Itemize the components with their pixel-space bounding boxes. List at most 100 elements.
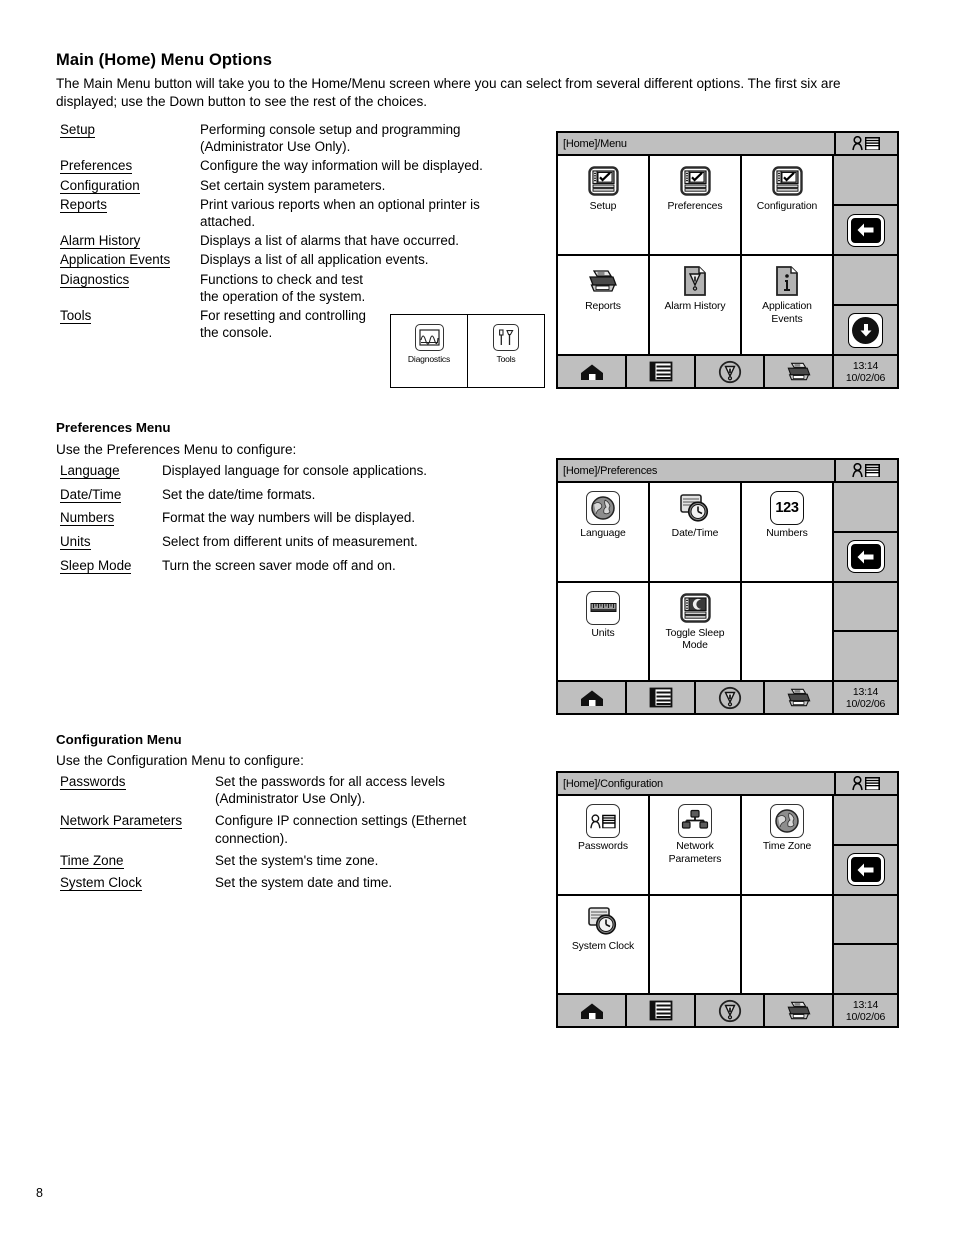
sidebar-spacer bbox=[834, 895, 897, 946]
printer-icon bbox=[787, 688, 810, 707]
tile-date-time[interactable]: Date/Time bbox=[650, 483, 740, 581]
tile-label: Alarm History bbox=[664, 301, 726, 312]
console-titlebar: [Home]/Preferences bbox=[558, 460, 897, 483]
console-sidebar bbox=[834, 483, 897, 680]
section1-intro: The Main Menu button will take you to th… bbox=[56, 76, 841, 109]
console-statusbar: 13:14 10/02/06 bbox=[558, 680, 897, 713]
term-label: Preferences bbox=[60, 158, 133, 175]
sidebar-spacer bbox=[834, 156, 897, 206]
term-description: Set the passwords for all access levels … bbox=[215, 774, 445, 807]
tile-language[interactable]: Language bbox=[558, 483, 648, 581]
term-label: Passwords bbox=[60, 774, 126, 790]
def-row: Units Select from different units of mea… bbox=[60, 533, 540, 551]
document-page: Main (Home) Menu Options The Main Menu b… bbox=[0, 0, 954, 1235]
tile-label: Application Events bbox=[762, 301, 812, 325]
console-sidebar bbox=[834, 796, 897, 993]
alarm-button[interactable] bbox=[696, 995, 765, 1026]
print-button[interactable] bbox=[765, 995, 834, 1026]
tile-alarm-history[interactable]: Alarm History bbox=[650, 256, 740, 354]
term-description: Set certain system parameters. bbox=[200, 177, 386, 193]
page-number: 8 bbox=[36, 1186, 43, 1200]
network-icon bbox=[678, 804, 712, 838]
home-icon bbox=[580, 364, 603, 380]
breadcrumb: [Home]/Configuration bbox=[563, 777, 663, 790]
home-icon bbox=[580, 690, 603, 706]
user-login-icon[interactable] bbox=[834, 773, 897, 794]
def-row: Date/Time Set the date/time formats. bbox=[60, 486, 540, 503]
user-password-icon bbox=[586, 804, 620, 838]
tile-empty bbox=[650, 895, 740, 993]
term-description: Configure the way information will be di… bbox=[200, 158, 483, 174]
tile-preferences[interactable]: Preferences bbox=[650, 156, 740, 254]
down-button[interactable] bbox=[834, 306, 897, 354]
menu-list-icon bbox=[649, 361, 672, 382]
term-label: Reports bbox=[60, 196, 107, 213]
def-row: Diagnostics Functions to check and test … bbox=[60, 271, 540, 305]
tile-setup[interactable]: Setup bbox=[558, 156, 648, 254]
tile-reports[interactable]: Reports bbox=[558, 256, 648, 354]
def-row: Language Displayed language for console … bbox=[60, 462, 540, 479]
alarm-button[interactable] bbox=[696, 682, 765, 713]
tile-label: Reports bbox=[585, 301, 621, 312]
user-login-icon[interactable] bbox=[834, 460, 897, 481]
def-row: System Clock Set the system date and tim… bbox=[60, 874, 540, 892]
sidebar-spacer bbox=[834, 582, 897, 633]
term-label: Application Events bbox=[60, 252, 171, 269]
menu-list-icon bbox=[649, 687, 672, 708]
tile-configuration[interactable]: Configuration bbox=[742, 156, 832, 254]
console-statusbar: 13:14 10/02/06 bbox=[558, 354, 897, 387]
tile-network-parameters[interactable]: Network Parameters bbox=[650, 796, 740, 894]
term-label: Configuration bbox=[60, 177, 140, 194]
def-row: Numbers Format the way numbers will be d… bbox=[60, 509, 540, 527]
back-button[interactable] bbox=[834, 532, 897, 583]
def-row: Reports Print various reports when an op… bbox=[60, 196, 540, 230]
calendar-clock-icon bbox=[678, 491, 712, 525]
home-button[interactable] bbox=[558, 995, 627, 1026]
tile-system-clock[interactable]: System Clock bbox=[558, 895, 648, 993]
down-arrow-icon bbox=[849, 313, 882, 347]
console-titlebar: [Home]/Menu bbox=[558, 133, 897, 156]
menu-list-button[interactable] bbox=[627, 356, 696, 387]
tile-units[interactable]: Units bbox=[558, 582, 648, 680]
tile-numbers[interactable]: 123 Numbers bbox=[742, 483, 832, 581]
alarm-bell-icon bbox=[718, 360, 741, 383]
back-button[interactable] bbox=[834, 845, 897, 896]
section2-intro: Use the Preferences Menu to configure: bbox=[56, 442, 297, 457]
user-login-icon[interactable] bbox=[834, 133, 897, 154]
menu-list-icon bbox=[649, 1000, 672, 1021]
alarm-button[interactable] bbox=[696, 356, 765, 387]
inset-label: Tools bbox=[496, 354, 516, 364]
clock-display: 13:14 10/02/06 bbox=[834, 356, 897, 387]
inset-cell-tools[interactable]: Tools bbox=[467, 315, 544, 387]
term-label: Units bbox=[60, 534, 91, 551]
menu-list-button[interactable] bbox=[627, 682, 696, 713]
console-sidebar bbox=[834, 156, 897, 354]
print-button[interactable] bbox=[765, 356, 834, 387]
tile-passwords[interactable]: Passwords bbox=[558, 796, 648, 894]
tile-label: Preferences bbox=[667, 201, 723, 212]
back-button[interactable] bbox=[834, 206, 897, 256]
clock-time: 13:14 bbox=[852, 359, 879, 372]
checklist-book-icon bbox=[586, 164, 620, 198]
tile-toggle-sleep-mode[interactable]: Toggle Sleep Mode bbox=[650, 582, 740, 680]
home-button[interactable] bbox=[558, 356, 627, 387]
print-button[interactable] bbox=[765, 682, 834, 713]
menu-list-button[interactable] bbox=[627, 995, 696, 1026]
tile-application-events[interactable]: Application Events bbox=[742, 256, 832, 354]
tile-label: Passwords bbox=[578, 841, 628, 852]
term-label: Network Parameters bbox=[60, 813, 183, 830]
term-label: Alarm History bbox=[60, 233, 141, 250]
sleep-monitor-icon bbox=[678, 590, 712, 625]
inset-cell-diagnostics[interactable]: Diagnostics bbox=[391, 315, 467, 387]
term-description: Displayed language for console applicati… bbox=[162, 463, 428, 478]
clock-display: 13:14 10/02/06 bbox=[834, 682, 897, 713]
section3-deflist: Passwords Set the passwords for all acce… bbox=[60, 773, 540, 892]
tile-time-zone[interactable]: Time Zone bbox=[742, 796, 832, 894]
term-description: Functions to check and test the operatio… bbox=[200, 271, 366, 304]
term-description: Turn the screen saver mode off and on. bbox=[162, 557, 396, 573]
home-button[interactable] bbox=[558, 682, 627, 713]
alarm-bell-icon bbox=[718, 686, 741, 709]
term-description: For resetting and controlling the consol… bbox=[200, 308, 366, 341]
breadcrumb: [Home]/Preferences bbox=[563, 464, 658, 477]
section3-intro: Use the Configuration Menu to configure: bbox=[56, 753, 304, 768]
